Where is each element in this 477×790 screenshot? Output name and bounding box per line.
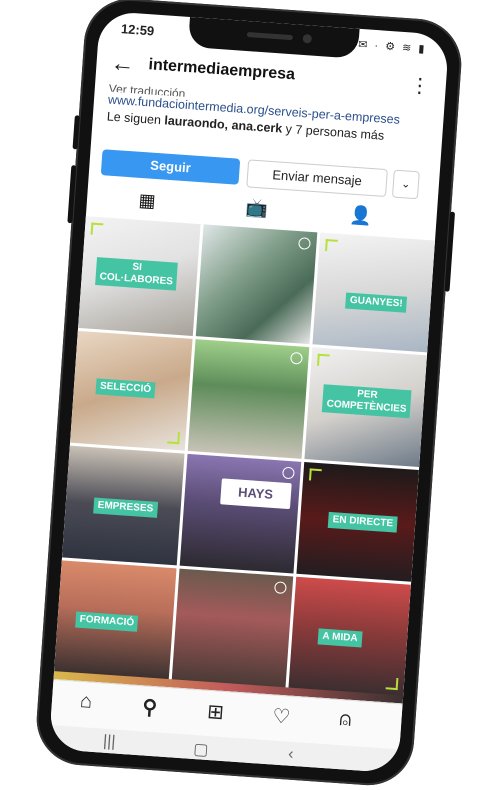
post-thumbnail[interactable]: [187, 339, 310, 459]
post-label: FORMACIÓ: [75, 611, 139, 632]
followed-by-prefix: Le siguen: [106, 109, 165, 128]
message-button[interactable]: Enviar mensaje: [246, 159, 388, 198]
recents-icon[interactable]: |||: [89, 732, 130, 753]
post-label: GUANYES!: [345, 292, 408, 313]
post-label: EN DIRECTE: [328, 511, 398, 533]
post-thumbnail[interactable]: EMPRESES: [62, 445, 185, 566]
follow-button[interactable]: Seguir: [100, 149, 241, 185]
video-icon: [274, 581, 288, 595]
video-icon: [290, 351, 304, 365]
post-thumbnail[interactable]: GUANYES!: [312, 232, 435, 353]
post-thumbnail[interactable]: SI COL·LABORES: [78, 216, 201, 336]
post-thumbnail[interactable]: PER COMPETÈNCIES: [304, 347, 427, 468]
profile-username: intermediaempresa: [147, 56, 296, 84]
suggestions-chevron-icon[interactable]: ⌄: [391, 169, 420, 200]
profile-icon[interactable]: ⍝: [324, 707, 366, 740]
post-thumbnail[interactable]: EN DIRECTE: [296, 462, 419, 582]
post-thumbnail[interactable]: A MIDA: [288, 576, 411, 697]
post-label: SI COL·LABORES: [95, 257, 179, 291]
post-label: A MIDA: [317, 628, 363, 648]
back-arrow-icon[interactable]: ←: [110, 50, 136, 80]
phone-frame: 12:59 ▮ ✉ · ⚙ ≋ ▮ ← intermediaempresa ⋮ …: [33, 0, 465, 789]
tagged-icon[interactable]: 👤: [340, 204, 382, 231]
screen: 12:59 ▮ ✉ · ⚙ ≋ ▮ ← intermediaempresa ⋮ …: [48, 10, 450, 774]
home-icon[interactable]: ⌂: [65, 689, 107, 722]
search-icon[interactable]: ⚲: [129, 693, 171, 726]
post-thumbnail[interactable]: [195, 224, 318, 345]
post-label: EMPRESES: [93, 497, 158, 518]
post-label: SELECCIÓ: [95, 378, 156, 399]
igtv-icon[interactable]: 📺: [236, 197, 278, 224]
status-time: 12:59: [120, 21, 155, 39]
video-icon: [282, 466, 296, 480]
post-thumbnail[interactable]: FORMACIÓ: [53, 560, 177, 681]
post-grid: SI COL·LABORES GUANYES! SELECCIÓ PER COM…: [53, 216, 436, 697]
heart-icon[interactable]: ♡: [260, 703, 302, 736]
grid-icon[interactable]: ▦: [126, 189, 168, 216]
more-options-icon[interactable]: ⋮: [409, 73, 431, 99]
back-icon[interactable]: ‹: [270, 744, 311, 765]
post-thumbnail[interactable]: [171, 568, 294, 689]
post-thumbnail[interactable]: SELECCIÓ: [70, 330, 193, 451]
add-icon[interactable]: ⊞: [194, 698, 236, 731]
video-icon: [298, 237, 312, 250]
home-button-icon[interactable]: ▢: [180, 738, 221, 761]
hays-sign: HAYS: [219, 478, 292, 510]
post-label: PER COMPETÈNCIES: [322, 384, 412, 419]
post-thumbnail[interactable]: HAYS: [179, 453, 302, 574]
